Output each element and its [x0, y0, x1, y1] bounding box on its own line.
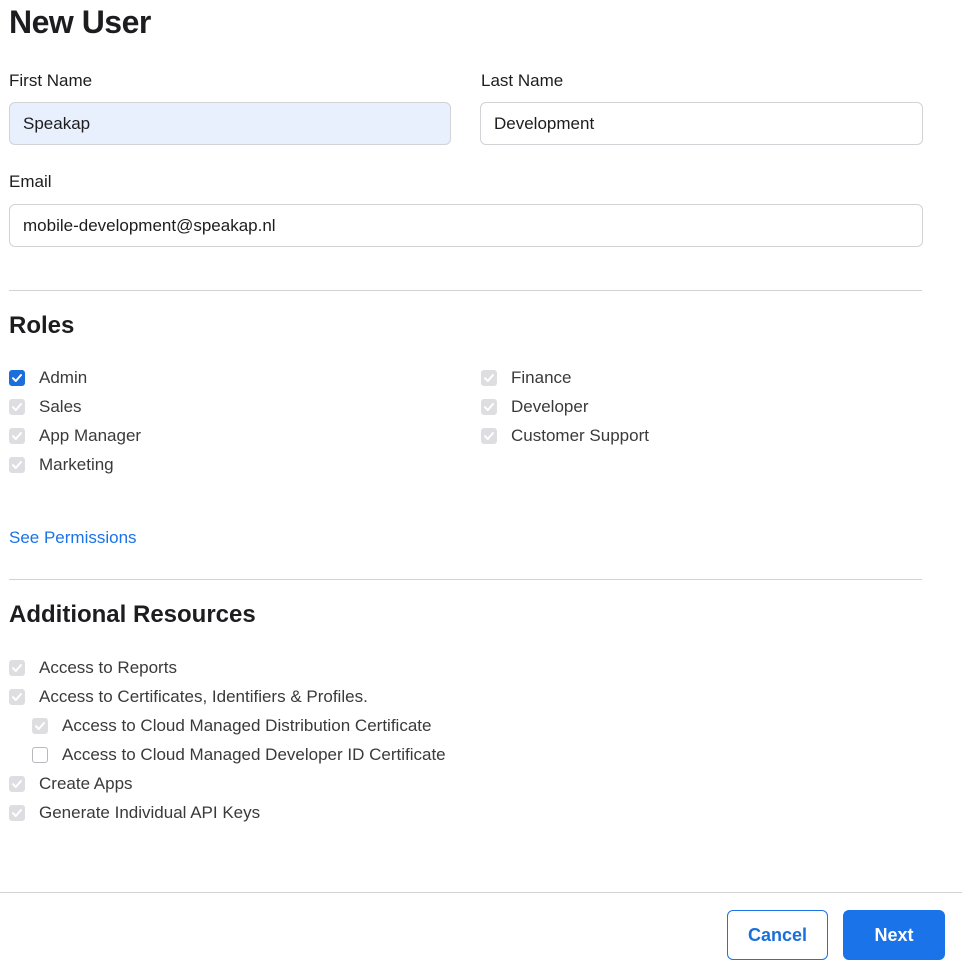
checkbox-disabled-checked-icon: [9, 660, 25, 676]
role-label: Admin: [39, 368, 88, 387]
checkbox-checked-icon[interactable]: [9, 370, 25, 386]
first-name-field[interactable]: [9, 102, 451, 145]
divider: [9, 579, 922, 580]
role-sales: Sales: [9, 396, 82, 418]
role-label: Sales: [39, 397, 82, 416]
see-permissions-link[interactable]: See Permissions: [9, 528, 137, 548]
role-label: Marketing: [39, 455, 114, 474]
role-label: Customer Support: [511, 426, 649, 445]
first-name-label: First Name: [9, 71, 93, 90]
divider: [9, 290, 922, 291]
checkbox-disabled-checked-icon: [9, 689, 25, 705]
role-label: Finance: [511, 368, 572, 387]
resource-access-reports: Access to Reports: [9, 657, 177, 679]
role-label: App Manager: [39, 426, 142, 445]
resource-cloud-distribution-cert: Access to Cloud Managed Distribution Cer…: [32, 715, 431, 737]
resource-label: Access to Certificates, Identifiers & Pr…: [39, 687, 368, 706]
role-app-manager: App Manager: [9, 425, 141, 447]
checkbox-disabled-checked-icon: [9, 805, 25, 821]
checkbox-disabled-checked-icon: [481, 399, 497, 415]
roles-title: Roles: [9, 312, 75, 339]
checkbox-disabled-checked-icon: [32, 718, 48, 734]
page-title: New User: [9, 4, 151, 40]
checkbox-disabled-checked-icon: [481, 370, 497, 386]
cancel-button[interactable]: Cancel: [727, 910, 828, 960]
role-marketing: Marketing: [9, 454, 114, 476]
additional-resources-title: Additional Resources: [9, 601, 256, 628]
checkbox-disabled-checked-icon: [481, 428, 497, 444]
role-customer-support: Customer Support: [481, 425, 649, 447]
role-developer: Developer: [481, 396, 589, 418]
checkbox-disabled-checked-icon: [9, 399, 25, 415]
resource-generate-api-keys: Generate Individual API Keys: [9, 802, 260, 824]
checkbox-disabled-checked-icon: [9, 428, 25, 444]
resource-label: Access to Cloud Managed Distribution Cer…: [62, 716, 432, 735]
resource-label: Access to Reports: [39, 658, 177, 677]
checkbox-disabled-checked-icon: [9, 776, 25, 792]
next-button[interactable]: Next: [843, 910, 945, 960]
checkbox-disabled-checked-icon: [9, 457, 25, 473]
footer-divider: [0, 892, 962, 893]
resource-label: Generate Individual API Keys: [39, 803, 261, 822]
resource-access-certificates: Access to Certificates, Identifiers & Pr…: [9, 686, 368, 708]
last-name-field[interactable]: [480, 102, 923, 145]
resource-label: Access to Cloud Managed Developer ID Cer…: [62, 745, 446, 764]
resource-cloud-developer-id-cert[interactable]: Access to Cloud Managed Developer ID Cer…: [32, 744, 446, 766]
role-finance: Finance: [481, 367, 571, 389]
resource-label: Create Apps: [39, 774, 133, 793]
email-label: Email: [9, 172, 52, 191]
checkbox-unchecked-icon[interactable]: [32, 747, 48, 763]
email-field[interactable]: [9, 204, 923, 247]
role-label: Developer: [511, 397, 589, 416]
resource-create-apps: Create Apps: [9, 773, 133, 795]
last-name-label: Last Name: [481, 71, 564, 90]
role-admin[interactable]: Admin: [9, 367, 87, 389]
